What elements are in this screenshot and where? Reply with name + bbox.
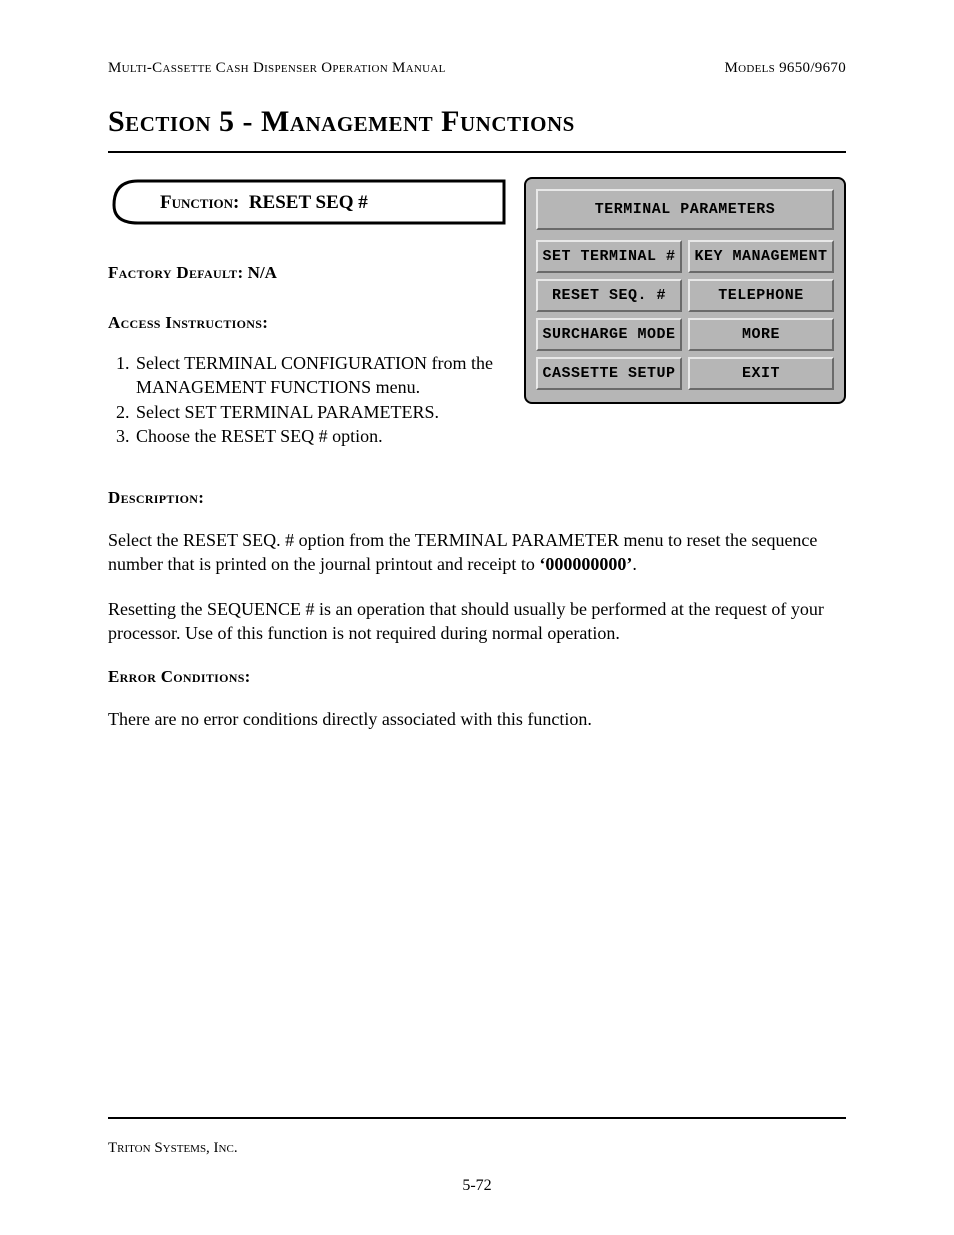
header-left: Multi-Cassette Cash Dispenser Operation … (108, 60, 446, 77)
page-number: 5-72 (0, 1177, 954, 1195)
section-title-rule (108, 151, 846, 153)
terminal-button-more[interactable]: MORE (688, 318, 834, 351)
terminal-button-set-terminal[interactable]: SET TERMINAL # (536, 240, 682, 273)
terminal-button-telephone[interactable]: TELEPHONE (688, 279, 834, 312)
terminal-button-reset-seq[interactable]: RESET SEQ. # (536, 279, 682, 312)
error-conditions-text: There are no error conditions directly a… (108, 707, 846, 731)
access-step: Select TERMINAL CONFIGURATION from the M… (134, 351, 512, 400)
terminal-button-grid: SET TERMINAL # KEY MANAGEMENT RESET SEQ.… (536, 240, 834, 390)
document-page: Multi-Cassette Cash Dispenser Operation … (0, 0, 954, 1235)
terminal-button-cassette-setup[interactable]: CASSETTE SETUP (536, 357, 682, 390)
terminal-screenshot: TERMINAL PARAMETERS SET TERMINAL # KEY M… (524, 177, 846, 404)
factory-default-value: N/A (248, 263, 277, 282)
terminal-button-key-management[interactable]: KEY MANAGEMENT (688, 240, 834, 273)
error-conditions-label: Error Conditions: (108, 667, 251, 686)
function-tab: Function: RESET SEQ # (108, 177, 512, 237)
footer-company: Triton Systems, Inc. (108, 1140, 238, 1157)
running-header: Multi-Cassette Cash Dispenser Operation … (108, 60, 846, 77)
terminal-button-surcharge-mode[interactable]: SURCHARGE MODE (536, 318, 682, 351)
section-title: Section 5 - Management Functions (108, 105, 846, 139)
access-instructions-label: Access Instructions: (108, 313, 268, 332)
function-tab-label: Function: RESET SEQ # (160, 192, 368, 214)
terminal-title: TERMINAL PARAMETERS (536, 189, 834, 230)
header-right: Models 9650/9670 (725, 60, 847, 77)
description-label: Description: (108, 488, 204, 507)
access-instructions-heading: Access Instructions: (108, 313, 512, 333)
factory-default-line: Factory Default: N/A (108, 263, 512, 283)
factory-default-label: Factory Default: (108, 263, 243, 282)
function-name: RESET SEQ # (249, 192, 368, 213)
description-p1-bold: ‘000000000’ (539, 554, 632, 574)
footer-rule (108, 1117, 846, 1119)
terminal-button-exit[interactable]: EXIT (688, 357, 834, 390)
description-paragraph-2: Resetting the SEQUENCE # is an operation… (108, 597, 846, 646)
error-conditions-heading: Error Conditions: (108, 667, 846, 687)
access-steps-list: Select TERMINAL CONFIGURATION from the M… (134, 351, 512, 448)
access-step: Choose the RESET SEQ # option. (134, 424, 512, 448)
description-heading: Description: (108, 488, 846, 508)
description-p1-a: Select the RESET SEQ. # option from the … (108, 530, 817, 574)
terminal-title-text: TERMINAL PARAMETERS (595, 201, 776, 218)
content-two-column: Function: RESET SEQ # Factory Default: N… (108, 177, 846, 448)
description-p1-b: . (632, 554, 637, 574)
description-paragraph-1: Select the RESET SEQ. # option from the … (108, 528, 846, 577)
function-label-prefix: Function: (160, 192, 239, 213)
content-left: Function: RESET SEQ # Factory Default: N… (108, 177, 512, 448)
access-step: Select SET TERMINAL PARAMETERS. (134, 400, 512, 424)
